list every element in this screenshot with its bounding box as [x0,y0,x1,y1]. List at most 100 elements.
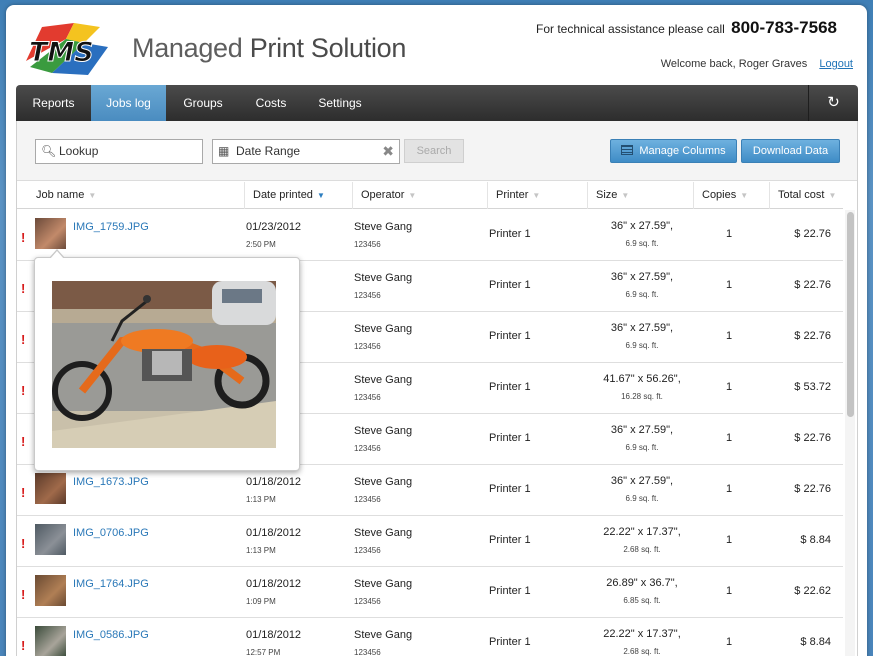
total-cost: $ 22.76 [794,330,831,342]
col-size[interactable]: Size ▼ [587,182,693,209]
operator-name: Steve Gang [354,425,413,437]
sort-icon: ▼ [621,191,630,200]
col-total-cost[interactable]: Total cost ▼ [769,182,843,209]
warning-icon: ! [21,332,26,347]
printer-name: Printer 1 [489,279,531,291]
tab-reports[interactable]: Reports [16,85,91,121]
job-thumbnail[interactable] [35,575,66,606]
table-row[interactable]: ! IMG_1764.JPG 01/18/2012 1:09 PM Steve Gang… [17,567,843,618]
print-area: 6.85 sq. ft. [623,596,661,605]
refresh-button[interactable]: ↻ [808,85,858,121]
col-copies[interactable]: Copies ▼ [693,182,769,209]
job-name-link[interactable]: IMG_0706.JPG [73,527,149,539]
operator-name: Steve Gang [354,374,413,386]
printer-name: Printer 1 [489,636,531,648]
operator-name: Steve Gang [354,629,413,641]
operator-name: Steve Gang [354,578,413,590]
print-size: 36" x 27.59", [610,220,674,232]
col-job-name[interactable]: Job name ▼ [17,182,244,209]
logout-link[interactable]: Logout [819,58,853,70]
lookup-input[interactable]: 🔍︎ Lookup [35,139,203,164]
date-printed: 01/18/2012 [246,476,302,488]
printer-name: Printer 1 [489,432,531,444]
print-area: 6.9 sq. ft. [625,443,659,452]
table-row[interactable]: ! IMG_0586.JPG 01/18/2012 12:57 PM Steve Gan… [17,618,843,656]
print-area: 2.68 sq. ft. [623,545,661,554]
print-size: 36" x 27.59", [610,322,674,334]
job-thumbnail[interactable] [35,524,66,555]
total-cost: $ 8.84 [800,636,831,648]
operator-name: Steve Gang [354,476,413,488]
support-text: For technical assistance please call [536,22,725,36]
toolbar: 🔍︎ Lookup ▦ Date Range ✖ Search Manage C… [17,121,857,181]
job-name-link[interactable]: IMG_0586.JPG [73,629,149,641]
date-range-input[interactable]: ▦ Date Range ✖ [212,139,400,164]
col-operator[interactable]: Operator ▼ [352,182,487,209]
job-thumbnail[interactable] [35,626,66,656]
sort-icon: ▼ [88,191,97,200]
job-name-link[interactable]: IMG_1759.JPG [73,221,149,233]
warning-icon: ! [21,434,26,449]
time-printed: 1:13 PM [246,495,276,504]
operator-name: Steve Gang [354,272,413,284]
print-size: 36" x 27.59", [610,271,674,283]
scrollbar[interactable] [845,210,855,656]
col-label: Job name [36,189,85,201]
job-thumbnail[interactable] [35,218,66,249]
download-data-button[interactable]: Download Data [741,139,840,163]
manage-columns-button[interactable]: Manage Columns [610,139,737,163]
printer-name: Printer 1 [489,585,531,597]
operator-name: Steve Gang [354,527,413,539]
preview-image [52,281,276,448]
printer-name: Printer 1 [489,381,531,393]
col-label: Size [596,189,618,201]
table-row[interactable]: ! IMG_1759.JPG 01/23/2012 2:50 PM Steve Gang… [17,210,843,261]
svg-text:TMS: TMS [29,37,94,68]
print-area: 16.28 sq. ft. [621,392,663,401]
time-printed: 12:57 PM [246,648,281,656]
warning-icon: ! [21,638,26,653]
print-area: 6.9 sq. ft. [625,239,659,248]
print-size: 22.22" x 17.37", [603,526,681,538]
table-row[interactable]: ! IMG_1673.JPG 01/18/2012 1:13 PM Steve Gang… [17,465,843,516]
copies-count: 1 [726,330,733,342]
scroll-thumb[interactable] [847,212,854,417]
job-thumbnail[interactable] [35,473,66,504]
copies-count: 1 [726,381,733,393]
operator-id: 123456 [354,444,381,453]
search-button[interactable]: Search [404,139,464,163]
col-label: Printer [496,189,529,201]
operator-id: 123456 [354,342,381,351]
sort-icon: ▼ [532,191,541,200]
sort-icon: ▼ [740,191,749,200]
tab-jobs-log[interactable]: Jobs log [91,85,166,127]
time-printed: 2:50 PM [246,240,276,249]
job-name-link[interactable]: IMG_1764.JPG [73,578,149,590]
operator-id: 123456 [354,240,381,249]
col-printer[interactable]: Printer ▼ [487,182,587,209]
total-cost: $ 22.76 [794,483,831,495]
operator-id: 123456 [354,597,381,606]
print-size: 36" x 27.59", [610,475,674,487]
print-size: 41.67" x 56.26", [603,373,681,385]
tab-groups[interactable]: Groups [166,85,240,121]
copies-count: 1 [726,279,733,291]
printer-name: Printer 1 [489,534,531,546]
total-cost: $ 53.72 [794,381,831,393]
job-name-link[interactable]: IMG_1673.JPG [73,476,149,488]
total-cost: $ 22.76 [794,228,831,240]
clear-icon[interactable]: ✖ [382,140,394,163]
tab-settings[interactable]: Settings [302,85,378,121]
date-printed: 01/18/2012 [246,629,302,641]
total-cost: $ 8.84 [800,534,831,546]
col-date-printed[interactable]: Date printed ▼ [244,182,352,209]
lookup-placeholder: Lookup [59,144,99,158]
sort-icon: ▼ [316,191,325,200]
image-preview-popup [34,249,300,471]
calendar-icon: ▦ [218,144,230,158]
table-row[interactable]: ! IMG_0706.JPG 01/18/2012 1:13 PM Steve Gang… [17,516,843,567]
warning-icon: ! [21,587,26,602]
operator-id: 123456 [354,495,381,504]
print-area: 6.9 sq. ft. [625,290,659,299]
tab-costs[interactable]: Costs [240,85,302,121]
